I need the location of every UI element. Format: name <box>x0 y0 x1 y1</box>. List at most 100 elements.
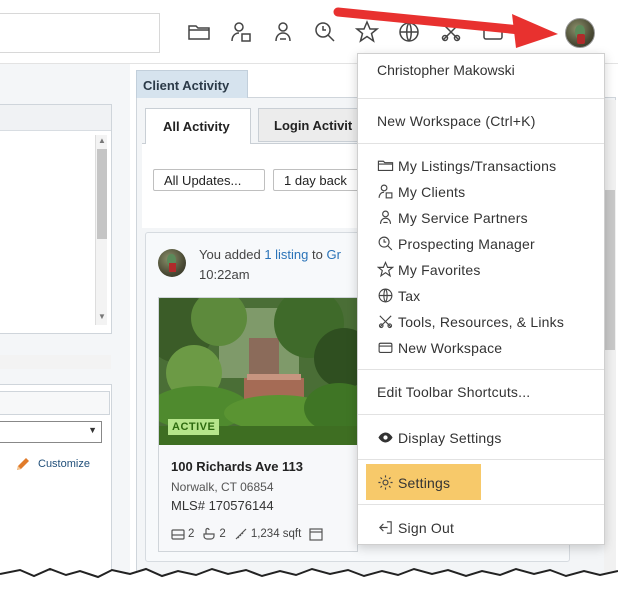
main-scrollbar[interactable] <box>604 100 616 590</box>
menu-item-label: My Service Partners <box>398 209 528 226</box>
left-panel-input[interactable] <box>0 391 110 415</box>
ruler-icon <box>235 528 247 540</box>
menu-divider <box>358 504 604 505</box>
feed-text-middle: to <box>308 247 327 262</box>
tools-icon[interactable] <box>439 20 463 44</box>
client-activity-title: Client Activity <box>136 70 248 98</box>
menu-item-label: Tax <box>398 287 421 304</box>
menu-item-clients[interactable]: My Clients <box>377 183 465 200</box>
menu-item-service-partners[interactable]: My Service Partners <box>377 209 528 226</box>
listing-photo[interactable]: ACTIVE <box>159 298 357 445</box>
listing-mls: MLS# 170576144 <box>171 498 274 513</box>
customize-link[interactable]: Customize <box>14 455 90 473</box>
sign-out-icon <box>377 519 394 536</box>
search-input[interactable] <box>0 13 160 53</box>
menu-user-name: Christopher Makowski <box>377 62 515 78</box>
folder-icon[interactable] <box>187 20 211 44</box>
menu-divider <box>358 98 604 99</box>
torn-edge-decoration <box>0 567 618 592</box>
tab-all-activity[interactable]: All Activity <box>145 108 251 144</box>
status-badge: ACTIVE <box>168 419 220 435</box>
baths-fact: 2 <box>202 527 226 541</box>
clients-icon <box>377 183 394 200</box>
tax-icon[interactable] <box>397 20 421 44</box>
menu-item-tools[interactable]: Tools, Resources, & Links <box>377 313 564 330</box>
beds-fact: 2 <box>171 527 194 541</box>
gear-icon <box>377 474 394 491</box>
sqft-value: 1,234 sqft <box>250 528 302 540</box>
group-link[interactable]: Gr <box>326 247 340 262</box>
service-partners-icon <box>377 209 394 226</box>
menu-sign-out[interactable]: Sign Out <box>377 519 454 536</box>
eye-icon <box>377 429 394 446</box>
favorites-icon <box>377 261 394 278</box>
feed-avatar <box>158 249 186 277</box>
menu-item-favorites[interactable]: My Favorites <box>377 261 481 278</box>
listing-address[interactable]: 100 Richards Ave 113 <box>171 459 303 474</box>
bath-icon <box>203 527 216 540</box>
menu-item-label: My Clients <box>398 183 466 200</box>
left-panel-list: ▲ ▼ <box>0 104 112 369</box>
menu-item-label: Tools, Resources, & Links <box>398 313 565 330</box>
menu-item-label: My Favorites <box>398 261 481 278</box>
left-panel-header <box>0 105 111 131</box>
sqft-fact: 1,234 sqft <box>234 527 302 541</box>
user-avatar[interactable] <box>565 18 595 48</box>
menu-divider <box>358 459 604 460</box>
tools-icon <box>377 313 394 330</box>
beds-count: 2 <box>188 528 195 540</box>
chevron-down-icon: ▼ <box>88 425 97 435</box>
horizontal-scrollbar[interactable] <box>0 355 111 369</box>
scroll-up-icon[interactable]: ▲ <box>98 137 106 145</box>
service-partners-icon[interactable] <box>271 20 295 44</box>
menu-settings-label: Settings <box>398 474 451 491</box>
clients-icon[interactable] <box>229 20 253 44</box>
prospecting-icon <box>377 235 394 252</box>
scroll-down-icon[interactable]: ▼ <box>98 313 106 321</box>
updates-filter-button[interactable]: All Updates... <box>153 169 265 191</box>
folder-icon <box>377 157 394 174</box>
workspace-icon[interactable] <box>481 20 505 44</box>
menu-sign-out-label: Sign Out <box>398 519 455 536</box>
menu-display-settings-label: Display Settings <box>398 429 502 446</box>
main-scroll-thumb[interactable] <box>605 190 615 350</box>
menu-item-label: New Workspace <box>398 339 503 356</box>
vertical-scrollbar[interactable]: ▲ ▼ <box>95 135 107 325</box>
calendar-icon <box>309 528 323 541</box>
workspace-icon <box>377 339 394 356</box>
menu-item-label: Prospecting Manager <box>398 235 535 252</box>
menu-item-label: My Listings/Transactions <box>398 157 557 174</box>
listing-city: Norwalk, CT 06854 <box>171 480 274 494</box>
baths-count: 2 <box>219 528 226 540</box>
menu-new-workspace-shortcut-label: New Workspace (Ctrl+K) <box>377 113 536 129</box>
tax-icon <box>377 287 394 304</box>
menu-divider <box>358 414 604 415</box>
listing-link[interactable]: 1 listing <box>264 247 308 262</box>
prospecting-icon[interactable] <box>313 20 337 44</box>
listing-facts: 2 2 1,234 sqft <box>171 527 323 541</box>
scroll-thumb[interactable] <box>97 149 107 239</box>
avatar-shirt <box>577 34 585 44</box>
menu-item-listings[interactable]: My Listings/Transactions <box>377 157 556 174</box>
menu-item-tax[interactable]: Tax <box>377 287 420 304</box>
menu-divider <box>358 369 604 370</box>
avatar-shirt <box>169 263 176 272</box>
menu-item-prospecting[interactable]: Prospecting Manager <box>377 235 535 252</box>
feed-text-prefix: You added <box>199 247 265 262</box>
menu-display-settings[interactable]: Display Settings <box>377 429 502 446</box>
menu-edit-toolbar-label: Edit Toolbar Shortcuts... <box>377 384 531 400</box>
menu-item-new-workspace[interactable]: New Workspace <box>377 339 502 356</box>
favorites-icon[interactable] <box>354 20 380 44</box>
bed-icon <box>171 529 185 540</box>
menu-new-workspace-shortcut[interactable]: New Workspace (Ctrl+K) <box>377 113 536 129</box>
pencil-icon <box>17 458 29 470</box>
left-panel-select[interactable]: ▼ <box>0 421 102 443</box>
feed-message: You added 1 listing to Gr <box>199 247 341 262</box>
feed-timestamp: 10:22am <box>199 267 250 282</box>
listing-card[interactable]: ACTIVE 100 Richards Ave 113 Norwalk, CT … <box>158 297 358 552</box>
customize-label: Customize <box>38 458 90 470</box>
calendar-fact <box>309 527 323 541</box>
menu-settings[interactable]: Settings <box>377 474 450 491</box>
menu-edit-toolbar[interactable]: Edit Toolbar Shortcuts... <box>377 384 530 400</box>
menu-divider <box>358 143 604 144</box>
